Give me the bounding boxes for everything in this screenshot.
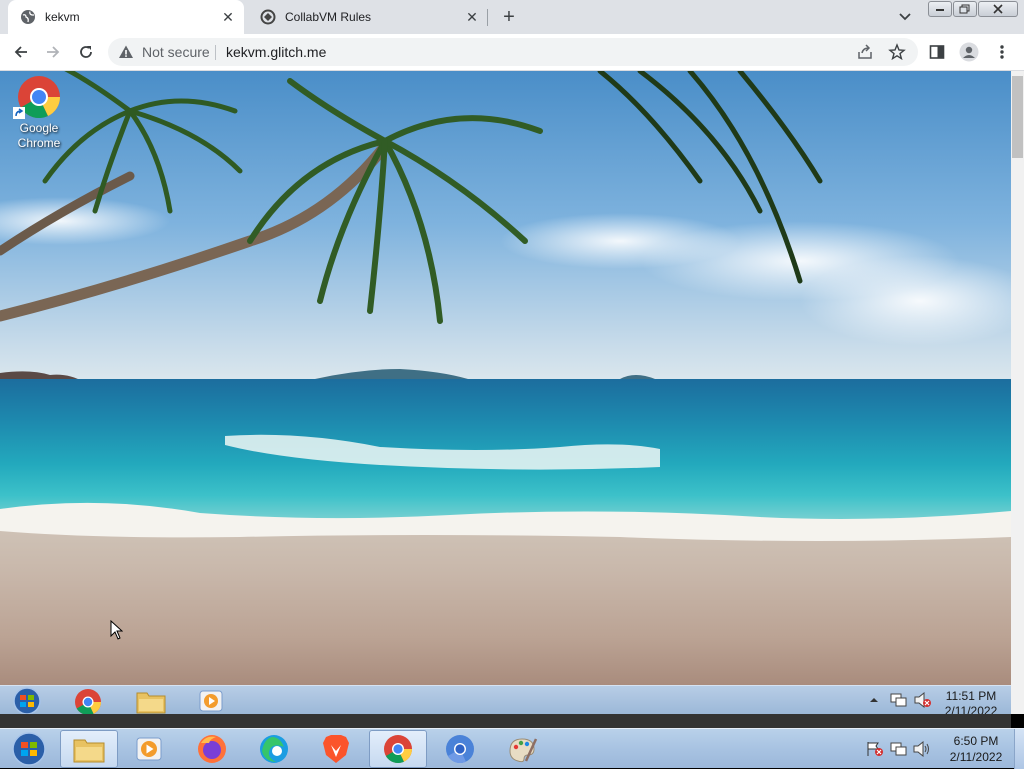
restore-button[interactable] [953,1,977,17]
url-text[interactable]: kekvm.glitch.me [226,44,326,60]
host-clock-time: 6:50 PM [953,734,999,748]
collabvm-icon [260,9,276,25]
desktop-icon-label-line1: Google [19,121,59,135]
brave-icon[interactable] [307,730,365,768]
show-desktop-button[interactable] [1014,729,1024,769]
globe-icon [20,9,36,25]
media-player-icon[interactable] [120,730,178,768]
start-orb[interactable] [0,730,58,768]
foam-overlay [0,434,1011,541]
vm-clock-time: 11:51 PM [945,689,997,703]
chrome-icon [13,75,61,119]
close-tab-icon[interactable]: ✕ [462,7,482,27]
volume-icon[interactable] [913,741,931,757]
new-tab-button[interactable]: + [498,6,520,28]
desktop-icon-label-line2: Chrome [17,136,61,150]
mouse-cursor-icon [110,620,123,640]
tab-separator [487,9,488,26]
volume-muted-icon[interactable] [914,692,932,708]
explorer-icon[interactable] [60,730,118,768]
tab-search-chevron-icon[interactable] [895,8,915,26]
show-hidden-icons-icon[interactable] [868,694,880,706]
close-window-button[interactable] [978,1,1018,17]
shortcut-arrow-icon [13,107,25,119]
page-scrollbar[interactable] [1011,71,1024,714]
back-arrow-icon[interactable] [11,42,31,62]
share-icon[interactable] [856,43,874,66]
tab-strip: kekvm ✕ CollabVM Rules ✕ + [0,0,1024,34]
chrome-icon[interactable] [369,730,427,768]
tab-kekvm[interactable]: kekvm ✕ [8,0,244,34]
vm-screen-bottom-border [0,714,1011,728]
profile-avatar-icon[interactable] [959,42,979,62]
bookmark-star-icon[interactable] [888,43,906,66]
action-center-flag-icon[interactable] [866,741,884,757]
network-icon[interactable] [890,692,908,708]
host-clock[interactable]: 6:50 PM 2/11/2022 [940,733,1012,765]
warning-icon[interactable] [118,44,134,65]
network-icon[interactable] [890,741,908,757]
edge-icon[interactable] [245,730,303,768]
address-bar[interactable]: Not secure kekvm.glitch.me [108,38,918,66]
close-tab-icon[interactable]: ✕ [218,7,238,27]
host-clock-date: 2/11/2022 [949,750,1003,764]
host-taskbar: 6:50 PM 2/11/2022 [0,728,1024,769]
firefox-icon[interactable] [183,730,241,768]
minimize-button[interactable] [928,1,952,17]
vm-taskbar: 11:51 PM 2/11/2022 [0,685,1011,718]
tab-collabvm-rules[interactable]: CollabVM Rules ✕ [248,0,488,34]
security-label[interactable]: Not secure [142,44,210,60]
tab-title: kekvm [45,10,80,24]
chromium-icon[interactable] [431,730,489,768]
reload-icon[interactable] [76,42,96,62]
tab-title: CollabVM Rules [285,10,372,24]
forward-arrow-icon[interactable] [43,42,63,62]
scrollbar-thumb[interactable] [1012,76,1023,158]
paint-icon[interactable] [493,730,551,768]
menu-kebab-icon[interactable] [992,42,1012,62]
side-panel-icon[interactable] [927,42,947,62]
desktop-shortcut-google-chrome[interactable]: Google Chrome [10,75,68,151]
vm-desktop[interactable]: Google Chrome [0,71,1011,685]
browser-toolbar: Not secure kekvm.glitch.me [0,34,1024,71]
divider [215,45,216,60]
